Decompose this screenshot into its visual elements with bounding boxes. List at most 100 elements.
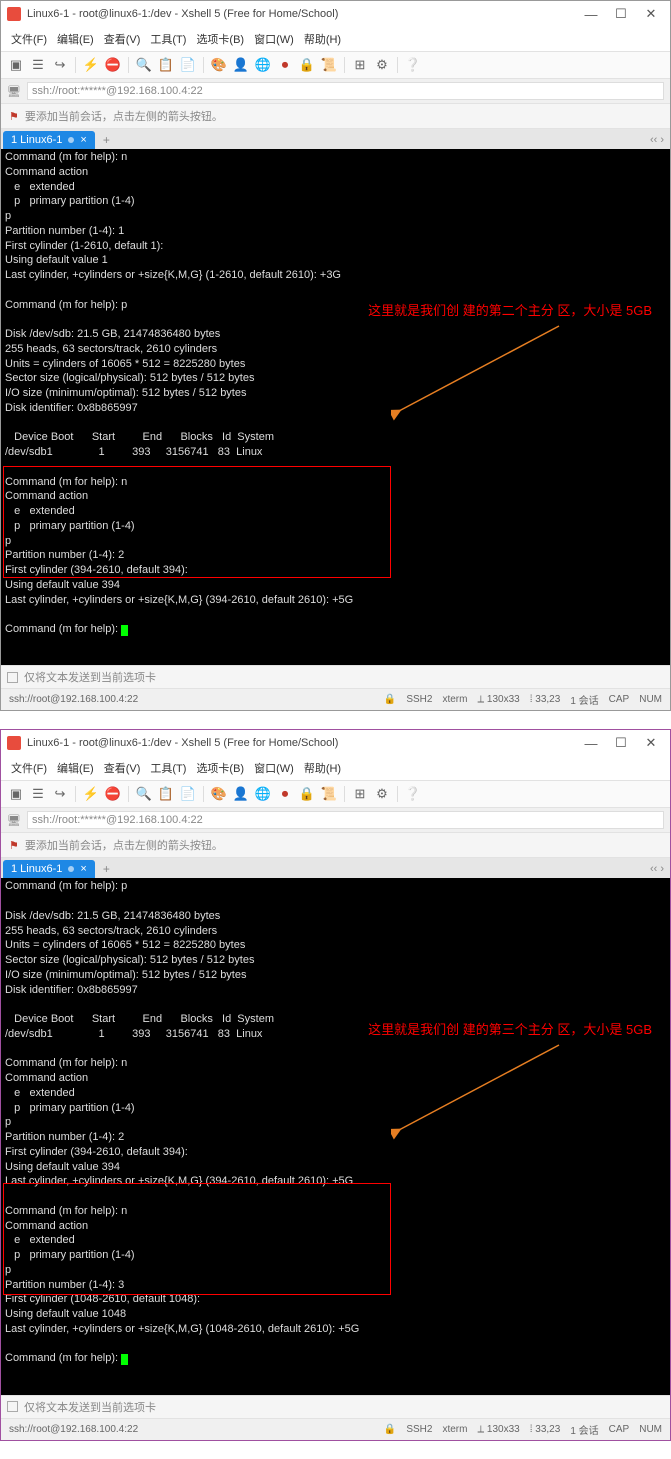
menu-view[interactable]: 查看(V)	[100, 29, 145, 49]
status-num: NUM	[639, 1424, 662, 1435]
ssh-icon: 🖥	[7, 814, 21, 827]
send-label: 仅将文本发送到当前选项卡	[24, 1399, 156, 1415]
status-proto: SSH2	[406, 1424, 432, 1435]
connect-icon[interactable]: ⚡	[82, 56, 100, 74]
script-icon[interactable]: 📜	[320, 785, 338, 803]
ssh-icon: 🖥	[7, 85, 21, 98]
menu-file[interactable]: 文件(F)	[7, 758, 51, 778]
help-icon[interactable]: ❔	[404, 785, 422, 803]
status-cap: CAP	[609, 1424, 630, 1435]
new-session-icon[interactable]: ▣	[7, 785, 25, 803]
help-bar: ⚑ 要添加当前会话，点击左侧的箭头按钮。	[1, 833, 670, 858]
terminal[interactable]: Command (m for help): n Command action e…	[1, 149, 670, 665]
new-session-icon[interactable]: ▣	[7, 56, 25, 74]
menu-edit[interactable]: 编辑(E)	[53, 758, 98, 778]
tab-label: 1 Linux6-1	[11, 863, 62, 875]
maximize-button[interactable]: ☐	[606, 732, 636, 754]
titlebar[interactable]: Linux6-1 - root@linux6-1:/dev - Xshell 5…	[1, 730, 670, 756]
status-conn: ssh://root@192.168.100.4:22	[9, 694, 138, 705]
help-icon[interactable]: ❔	[404, 56, 422, 74]
menu-view[interactable]: 查看(V)	[100, 758, 145, 778]
connect-icon[interactable]: ⚡	[82, 785, 100, 803]
menu-tools[interactable]: 工具(T)	[146, 29, 190, 49]
copy-icon[interactable]: 📋	[157, 785, 175, 803]
gear-icon[interactable]: ⚙	[373, 785, 391, 803]
help-text: 要添加当前会话，点击左侧的箭头按钮。	[25, 108, 223, 124]
globe-icon[interactable]: 🌐	[254, 785, 272, 803]
app-icon	[7, 736, 21, 750]
layout-icon[interactable]: ⊞	[351, 56, 369, 74]
menu-tabs[interactable]: 选项卡(B)	[192, 758, 248, 778]
close-button[interactable]: ✕	[636, 3, 666, 25]
record-icon[interactable]: ⏺	[276, 785, 294, 803]
menu-file[interactable]: 文件(F)	[7, 29, 51, 49]
tab-nav-icon[interactable]: ‹‹ ›	[646, 863, 668, 875]
tab-nav-icon[interactable]: ‹‹ ›	[646, 134, 668, 146]
tab-bar: 1 Linux6-1 × + ‹‹ ›	[1, 129, 670, 149]
minimize-button[interactable]: —	[576, 732, 606, 754]
menu-help[interactable]: 帮助(H)	[300, 758, 345, 778]
script-icon[interactable]: 📜	[320, 56, 338, 74]
status-proto: SSH2	[406, 694, 432, 705]
tab-close-icon[interactable]: ×	[80, 863, 86, 875]
user-icon[interactable]: 👤	[232, 785, 250, 803]
status-term: xterm	[442, 694, 467, 705]
flag-icon: ⚑	[9, 110, 19, 123]
status-cursor: ⁞ 33,23	[530, 1424, 561, 1435]
address-input[interactable]	[27, 82, 664, 100]
tab-bar: 1 Linux6-1 × + ‹‹ ›	[1, 858, 670, 878]
color-icon[interactable]: 🎨	[210, 56, 228, 74]
lock-icon[interactable]: 🔒	[298, 56, 316, 74]
toolbar: ▣ ☰ ↪ ⚡ ⛔ 🔍 📋 📄 🎨 👤 🌐 ⏺ 🔒 📜 ⊞ ⚙ ❔	[1, 52, 670, 79]
disconnect-icon[interactable]: ⛔	[104, 56, 122, 74]
send-checkbox[interactable]	[7, 672, 18, 683]
cursor	[121, 1354, 128, 1365]
new-tab-button[interactable]: +	[97, 862, 116, 876]
minimize-button[interactable]: —	[576, 3, 606, 25]
globe-icon[interactable]: 🌐	[254, 56, 272, 74]
tab-label: 1 Linux6-1	[11, 134, 62, 146]
search-icon[interactable]: 🔍	[135, 56, 153, 74]
status-cap: CAP	[609, 694, 630, 705]
menu-tabs[interactable]: 选项卡(B)	[192, 29, 248, 49]
arrow-icon[interactable]: ↪	[51, 56, 69, 74]
lock-icon[interactable]: 🔒	[298, 785, 316, 803]
status-bar: ssh://root@192.168.100.4:22 🔒 SSH2 xterm…	[1, 688, 670, 710]
send-bar: 仅将文本发送到当前选项卡	[1, 665, 670, 688]
toolbar-sep	[397, 57, 398, 73]
new-tab-button[interactable]: +	[97, 133, 116, 147]
gear-icon[interactable]: ⚙	[373, 56, 391, 74]
lock-icon: 🔒	[384, 694, 396, 705]
layout-icon[interactable]: ⊞	[351, 785, 369, 803]
titlebar[interactable]: Linux6-1 - root@linux6-1:/dev - Xshell 5…	[1, 1, 670, 27]
arrow-icon[interactable]: ↪	[51, 785, 69, 803]
send-checkbox[interactable]	[7, 1401, 18, 1412]
terminal-output: Command (m for help): n Command action e…	[5, 151, 353, 635]
maximize-button[interactable]: ☐	[606, 3, 636, 25]
record-icon[interactable]: ⏺	[276, 56, 294, 74]
flag-icon: ⚑	[9, 839, 19, 852]
color-icon[interactable]: 🎨	[210, 785, 228, 803]
open-icon[interactable]: ☰	[29, 56, 47, 74]
disconnect-icon[interactable]: ⛔	[104, 785, 122, 803]
paste-icon[interactable]: 📄	[179, 785, 197, 803]
menu-window[interactable]: 窗口(W)	[250, 758, 298, 778]
tab-session[interactable]: 1 Linux6-1 ×	[3, 860, 95, 878]
window-title: Linux6-1 - root@linux6-1:/dev - Xshell 5…	[27, 737, 576, 749]
menu-edit[interactable]: 编辑(E)	[53, 29, 98, 49]
menu-window[interactable]: 窗口(W)	[250, 29, 298, 49]
close-button[interactable]: ✕	[636, 732, 666, 754]
user-icon[interactable]: 👤	[232, 56, 250, 74]
terminal[interactable]: Command (m for help): p Disk /dev/sdb: 2…	[1, 878, 670, 1394]
tab-session[interactable]: 1 Linux6-1 ×	[3, 131, 95, 149]
tab-close-icon[interactable]: ×	[80, 134, 86, 146]
search-icon[interactable]: 🔍	[135, 785, 153, 803]
address-input[interactable]	[27, 811, 664, 829]
cursor	[121, 625, 128, 636]
menu-tools[interactable]: 工具(T)	[146, 758, 190, 778]
paste-icon[interactable]: 📄	[179, 56, 197, 74]
open-icon[interactable]: ☰	[29, 785, 47, 803]
menu-help[interactable]: 帮助(H)	[300, 29, 345, 49]
copy-icon[interactable]: 📋	[157, 56, 175, 74]
toolbar-sep	[203, 57, 204, 73]
